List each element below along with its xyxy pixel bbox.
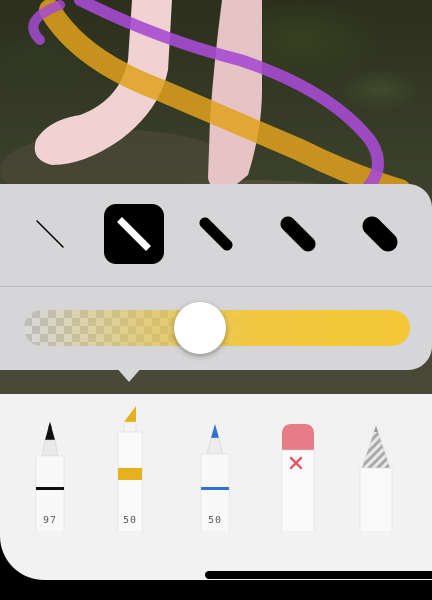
- popover-divider: [0, 286, 432, 287]
- pen-icon: [35, 422, 65, 532]
- highlighter-tool[interactable]: 50: [110, 394, 150, 532]
- thick-line-icon: [199, 217, 233, 251]
- thin-line-icon: [36, 220, 64, 248]
- stroke-width-picker: [0, 184, 432, 286]
- tool-palette: 97 50 50: [0, 394, 432, 536]
- opacity-slider-thumb[interactable]: [174, 302, 227, 354]
- thicker-line-icon: [280, 216, 316, 252]
- eraser-icon: [281, 424, 315, 532]
- highlighter-thickness-label: 50: [122, 515, 138, 526]
- width-option-1[interactable]: [20, 204, 80, 264]
- eraser-tool[interactable]: [278, 394, 318, 532]
- pen-tool[interactable]: 97: [30, 394, 70, 532]
- highlighter-icon: [117, 406, 143, 532]
- medium-line-icon: [117, 217, 151, 251]
- pen-thickness-label: 97: [42, 515, 58, 526]
- home-indicator[interactable]: [205, 571, 432, 579]
- pencil-tool[interactable]: 50: [195, 394, 235, 532]
- pencil-icon: [200, 424, 230, 532]
- width-option-3[interactable]: [186, 204, 246, 264]
- lasso-tool[interactable]: [356, 394, 396, 532]
- pencil-thickness-label: 50: [207, 515, 223, 526]
- popover-arrow: [115, 366, 143, 382]
- width-option-2[interactable]: [104, 204, 164, 264]
- width-option-4[interactable]: [268, 204, 328, 264]
- lasso-icon: [359, 425, 393, 532]
- thickest-line-icon: [362, 216, 398, 252]
- width-option-5[interactable]: [350, 204, 410, 264]
